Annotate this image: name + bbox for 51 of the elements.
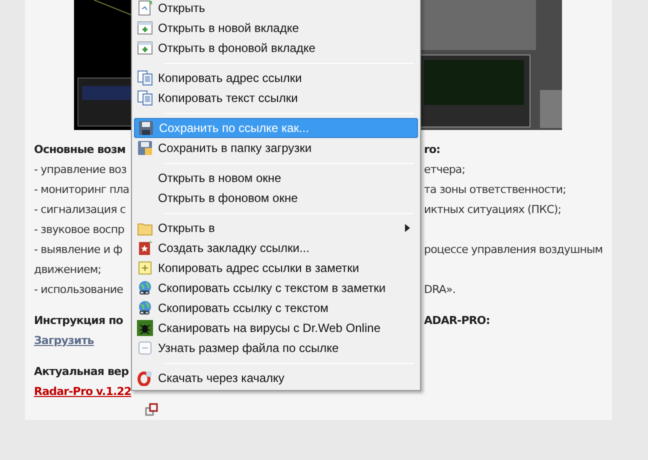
body-text: етчера; <box>424 162 466 178</box>
menu-item[interactable]: Сканировать на вирусы с Dr.Web Online <box>134 318 418 338</box>
page-icon <box>137 0 153 16</box>
menu-item[interactable]: Узнать размер файла по ссылке <box>134 338 418 358</box>
menu-item[interactable]: Открыть в фоновом окне <box>134 188 418 208</box>
tab-icon <box>137 40 153 56</box>
menu-item[interactable]: Копировать адрес ссылки в заметки <box>134 258 418 278</box>
download-link[interactable]: Radar-Pro v.1.22 <box>34 384 132 400</box>
note-icon <box>137 260 153 276</box>
menu-item[interactable]: Создать закладку ссылки... <box>134 238 418 258</box>
heading-text: Актуальная вер <box>34 364 129 380</box>
body-text: - звуковое воспр <box>34 222 124 238</box>
bug-icon <box>137 320 153 336</box>
body-text: - использование <box>34 282 124 298</box>
globe-link-icon <box>137 300 153 316</box>
menu-item[interactable]: Сохранить в папку загрузки <box>134 138 418 158</box>
body-text: - мониторинг пла <box>34 182 130 198</box>
body-text: движением; <box>34 262 102 278</box>
heading-text: Основные возм <box>34 142 126 158</box>
body-text: - сигнализация с <box>34 202 126 218</box>
body-text: - управление воз <box>34 162 126 178</box>
body-text: та зоны ответственности; <box>424 182 566 198</box>
menu-item[interactable]: Скопировать ссылку с текстом <box>134 298 418 318</box>
menu-item[interactable]: Скачать через качалку <box>134 368 418 388</box>
copy-icon <box>137 90 153 106</box>
opera-icon <box>137 370 153 386</box>
globe-link-icon <box>137 280 153 296</box>
submenu-arrow-icon <box>405 224 410 232</box>
menu-item[interactable]: Открыть <box>134 0 418 18</box>
tab-icon <box>137 20 153 36</box>
heading-text: Инструкция по <box>34 312 123 329</box>
floppy-icon <box>137 140 153 156</box>
menu-item[interactable]: Копировать текст ссылки <box>134 88 418 108</box>
popup-icon <box>145 403 159 416</box>
file-icon <box>137 340 153 356</box>
heading-text: ro: <box>424 142 440 158</box>
body-text: - выявление и ф <box>34 242 122 258</box>
copy-icon <box>137 70 153 86</box>
floppy-icon <box>138 120 154 136</box>
heading-text: ADAR-PRO: <box>424 312 490 329</box>
bookmark-icon <box>137 240 153 256</box>
download-link[interactable]: Загрузить <box>34 332 94 350</box>
body-text: роцессе управления воздушным <box>424 242 603 258</box>
body-text: DRA». <box>424 282 456 298</box>
menu-item[interactable]: Открыть в новой вкладке <box>134 18 418 38</box>
body-text: иктных ситуациях (ПКС); <box>424 202 562 218</box>
menu-item[interactable]: Открыть в фоновой вкладке <box>134 38 418 58</box>
menu-item[interactable]: Открыть в новом окне <box>134 168 418 188</box>
menu-item[interactable]: Скопировать ссылку с текстом в заметки <box>134 278 418 298</box>
menu-item[interactable]: Копировать адрес ссылки <box>134 68 418 88</box>
menu-item[interactable]: Открыть в <box>134 218 418 238</box>
